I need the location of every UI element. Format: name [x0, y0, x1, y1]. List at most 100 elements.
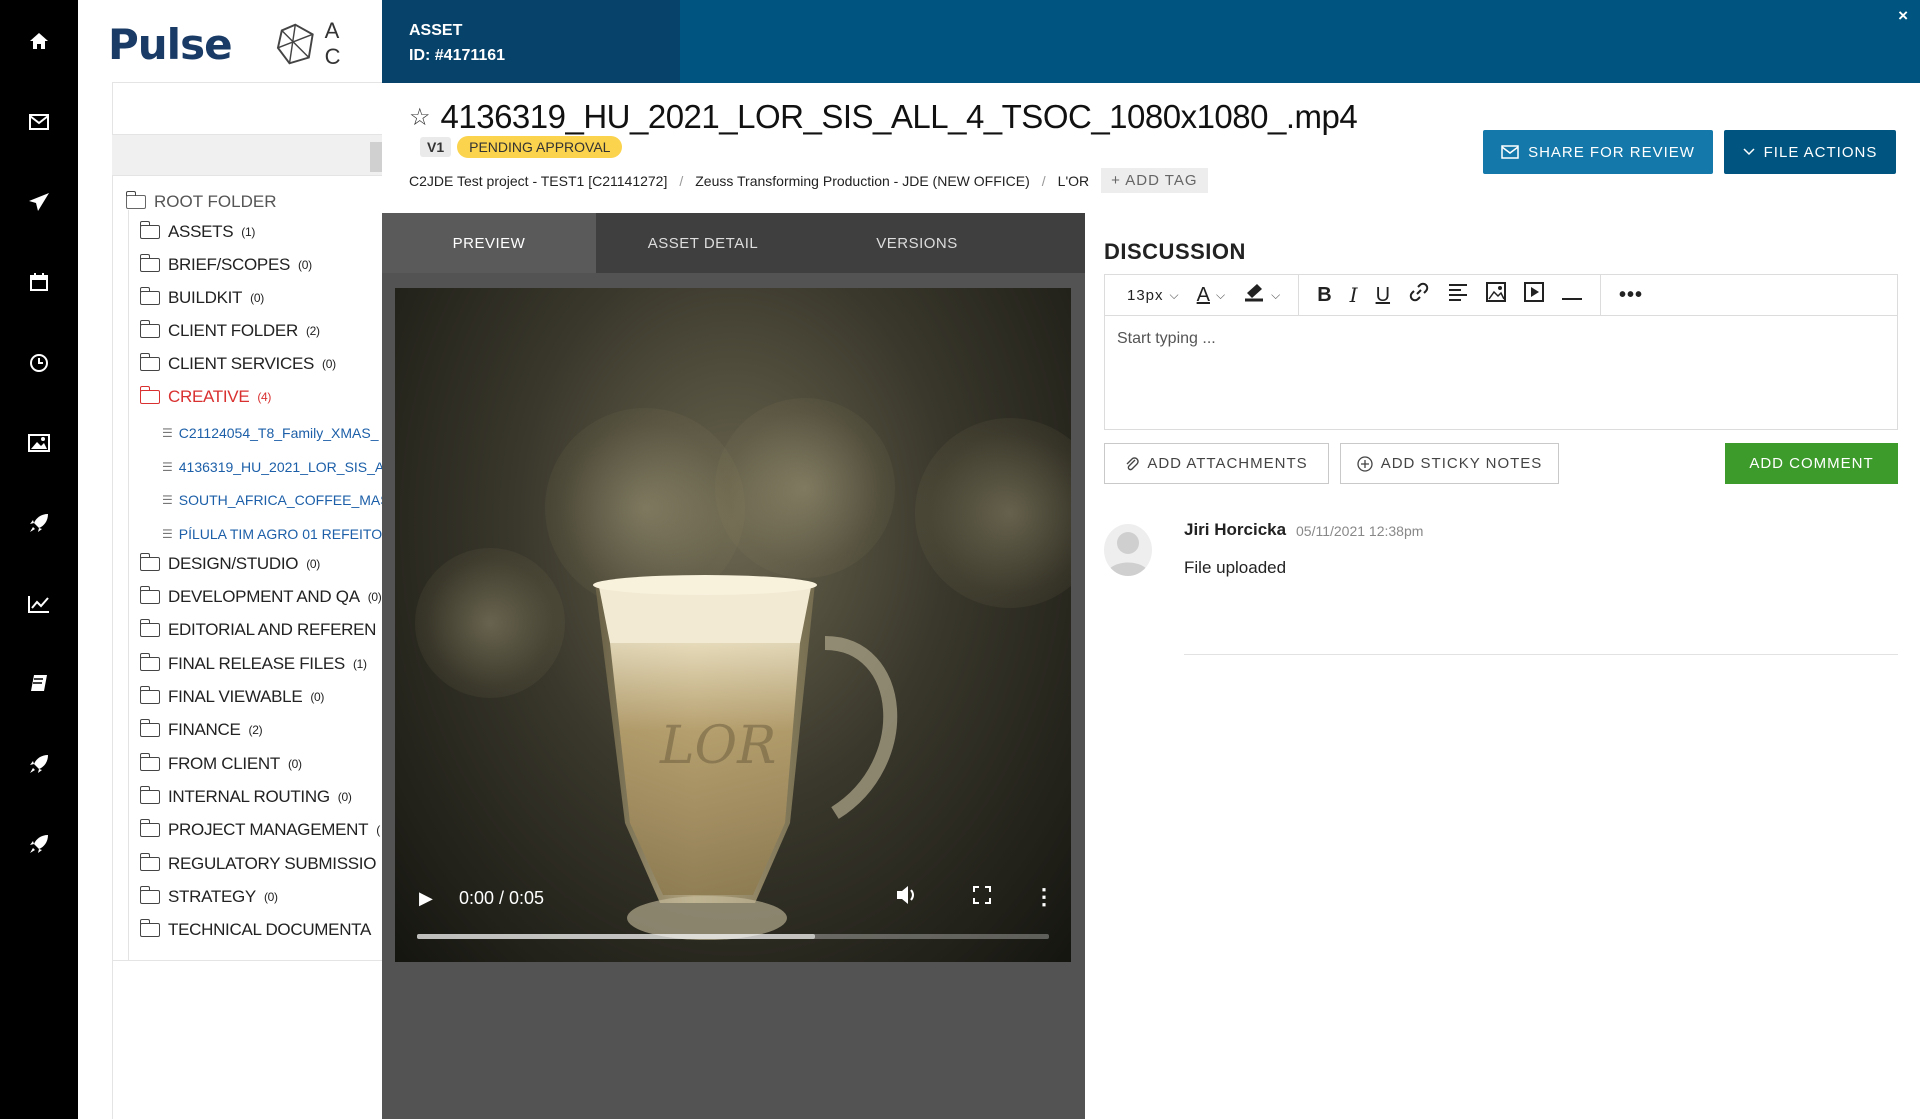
file-actions-button[interactable]: FILE ACTIONS	[1724, 130, 1896, 174]
folder-count: (2)	[305, 324, 320, 338]
insert-image-icon[interactable]	[1486, 282, 1507, 308]
font-size-select[interactable]: 13px	[1127, 287, 1164, 304]
add-sticky-notes-button[interactable]: ADD STICKY NOTES	[1340, 443, 1559, 484]
tree-folder-design-studio[interactable]: DESIGN/STUDIO (0)	[139, 553, 320, 574]
tree-folder-assets[interactable]: ASSETS (1)	[139, 221, 255, 242]
breadcrumb-brand[interactable]: L'OR	[1058, 173, 1089, 189]
breadcrumb-project[interactable]: C2JDE Test project - TEST1 [C21141272]	[409, 173, 667, 189]
align-left-icon[interactable]	[1448, 283, 1468, 307]
mail-icon[interactable]	[25, 108, 53, 136]
chevron-down-icon[interactable]: ⌵	[1170, 288, 1179, 303]
tree-folder-project-management[interactable]: PROJECT MANAGEMENT (	[139, 819, 380, 840]
tab-preview[interactable]: PREVIEW	[382, 213, 596, 273]
more-options-icon[interactable]: •••	[1619, 284, 1643, 307]
tree-folder-creative[interactable]: CREATIVE (4)	[139, 386, 271, 407]
folder-label: REGULATORY SUBMISSIO	[168, 854, 377, 873]
tree-folder-brief-scopes[interactable]: BRIEF/SCOPES (0)	[139, 254, 312, 275]
folder-open-icon	[139, 886, 160, 904]
comment-input[interactable]: Start typing ...	[1105, 316, 1897, 362]
file-lines-icon: ☰	[162, 493, 173, 507]
toolbar-divider	[1298, 275, 1300, 315]
volume-icon[interactable]	[895, 884, 919, 912]
asset-title: 4136319_HU_2021_LOR_SIS_ALL_4_TSOC_1080x…	[440, 98, 1358, 135]
folder-open-icon	[139, 553, 160, 571]
folder-label: PROJECT MANAGEMENT	[168, 820, 369, 839]
toolbar-button[interactable]	[370, 142, 382, 172]
tree-folder-final-viewable[interactable]: FINAL VIEWABLE (0)	[139, 686, 324, 707]
chevron-down-icon[interactable]: ⌵	[1216, 288, 1225, 303]
star-icon[interactable]: ☆	[409, 103, 431, 132]
calendar-icon[interactable]	[25, 268, 53, 296]
clock-icon[interactable]	[25, 349, 53, 377]
tree-folder-strategy[interactable]: STRATEGY (0)	[139, 886, 278, 907]
toolbar-divider	[1600, 275, 1602, 315]
tree-root-label: ROOT FOLDER	[154, 192, 277, 211]
book-icon[interactable]	[25, 670, 53, 698]
folder-open-icon	[139, 853, 160, 871]
add-comment-button[interactable]: ADD COMMENT	[1725, 443, 1898, 484]
tree-folder-client-services[interactable]: CLIENT SERVICES (0)	[139, 353, 336, 374]
link-icon[interactable]	[1408, 281, 1430, 309]
image-icon[interactable]	[25, 429, 53, 457]
background-app: Pulse A C ROOT FOLDER ASSETS (1) BRIEF/SC…	[78, 0, 382, 1119]
folder-count: (0)	[287, 757, 302, 771]
more-vertical-icon[interactable]: ⋮	[1033, 884, 1055, 910]
tab-bar: PREVIEW ASSET DETAIL VERSIONS	[382, 213, 1085, 273]
folder-label: STRATEGY	[168, 887, 256, 906]
tree-folder-development-qa[interactable]: DEVELOPMENT AND QA (0)	[139, 586, 382, 607]
share-for-review-button[interactable]: SHARE FOR REVIEW	[1483, 130, 1713, 174]
tree-folder-internal-routing[interactable]: INTERNAL ROUTING (0)	[139, 786, 352, 807]
video-progress-fill	[417, 934, 816, 939]
tree-file[interactable]: ☰ C21124054_T8_Family_XMAS_	[162, 425, 379, 441]
tree-folder-from-client[interactable]: FROM CLIENT (0)	[139, 753, 302, 774]
insert-video-icon[interactable]	[1524, 282, 1545, 308]
folder-label: TECHNICAL DOCUMENTA	[168, 920, 372, 939]
tree-folder-buildkit[interactable]: BUILDKIT (0)	[139, 287, 264, 308]
text-color-icon[interactable]: A	[1197, 284, 1210, 307]
tree-folder-editorial[interactable]: EDITORIAL AND REFEREN	[139, 619, 382, 640]
breadcrumb-client[interactable]: Zeuss Transforming Production - JDE (NEW…	[695, 173, 1030, 189]
close-button[interactable]: ×	[1898, 6, 1908, 26]
folder-open-icon	[139, 353, 160, 371]
italic-icon[interactable]: I	[1350, 283, 1358, 307]
tree-folder-finance[interactable]: FINANCE (2)	[139, 719, 263, 740]
video-progress-track[interactable]	[417, 934, 1049, 939]
rocket-icon[interactable]	[25, 509, 53, 537]
asset-label: ASSET	[409, 22, 463, 39]
play-icon[interactable]: ▶	[419, 888, 433, 909]
tree-folder-technical[interactable]: TECHNICAL DOCUMENTA	[139, 919, 379, 940]
chart-icon[interactable]	[25, 590, 53, 618]
tab-asset-detail[interactable]: ASSET DETAIL	[596, 213, 810, 273]
add-tag-button[interactable]: + ADD TAG	[1101, 168, 1208, 193]
pulse-logo: Pulse	[108, 20, 233, 69]
tab-versions[interactable]: VERSIONS	[810, 213, 1024, 273]
video-player[interactable]: LOR ▶ 0:00 / 0:05 ⋮	[395, 288, 1071, 962]
tree-file[interactable]: ☰ PÍLULA TIM AGRO 01 REFEITO	[162, 526, 382, 542]
bold-icon[interactable]: B	[1317, 284, 1331, 307]
file-actions-label: FILE ACTIONS	[1763, 143, 1878, 161]
folder-label: CLIENT SERVICES	[168, 354, 315, 373]
tree-file[interactable]: ☰ 4136319_HU_2021_LOR_SIS_A	[162, 459, 382, 475]
divider	[112, 960, 382, 961]
highlight-icon[interactable]	[1243, 282, 1265, 308]
home-icon[interactable]	[25, 27, 53, 55]
tree-file[interactable]: ☰ SOUTH_AFRICA_COFFEE_MAS	[162, 492, 382, 508]
chevron-down-icon[interactable]: ⌵	[1271, 288, 1280, 303]
folder-open-icon	[139, 919, 160, 937]
file-label: SOUTH_AFRICA_COFFEE_MAS	[178, 492, 382, 508]
tree-folder-client-folder[interactable]: CLIENT FOLDER (2)	[139, 320, 320, 341]
rocket-icon[interactable]	[25, 830, 53, 858]
tree-root-folder[interactable]: ROOT FOLDER	[125, 191, 277, 212]
tree-folder-regulatory[interactable]: REGULATORY SUBMISSIO	[139, 853, 382, 874]
fullscreen-icon[interactable]	[973, 886, 991, 910]
tree-guide-line	[128, 210, 129, 960]
underline-icon[interactable]: U	[1376, 284, 1390, 307]
tree-folder-final-release[interactable]: FINAL RELEASE FILES (1)	[139, 653, 367, 674]
folder-open-icon	[125, 191, 146, 209]
add-attachments-button[interactable]: ADD ATTACHMENTS	[1104, 443, 1329, 484]
rocket-icon[interactable]	[25, 750, 53, 778]
discussion-panel: DISCUSSION 13px ⌵ A ⌵ ⌵ B I U ••• Start …	[1104, 213, 1898, 1119]
breadcrumb-separator: /	[1041, 172, 1046, 189]
horizontal-rule-icon[interactable]	[1562, 284, 1583, 307]
send-icon[interactable]	[25, 188, 53, 216]
